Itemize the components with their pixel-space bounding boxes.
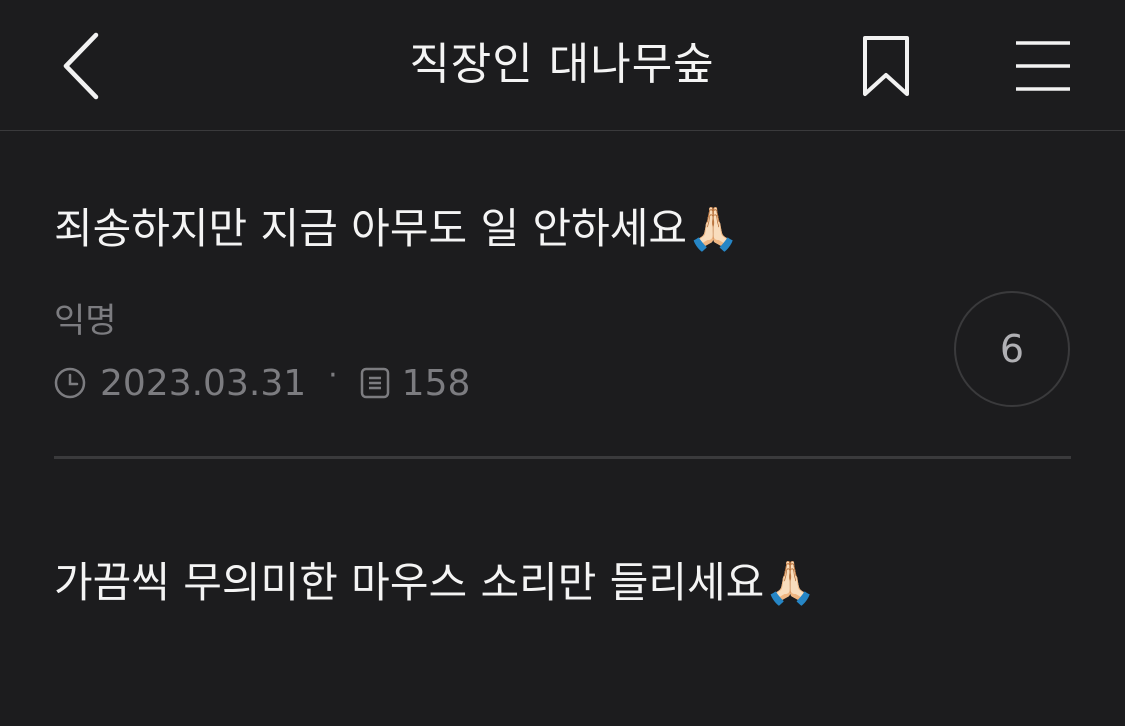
comment-count-button[interactable]: 6 xyxy=(954,291,1070,407)
view-count: 158 xyxy=(401,362,471,404)
clock-icon xyxy=(54,367,86,399)
hamburger-menu-icon xyxy=(1016,41,1070,91)
post-body: 가끔씩 무의미한 마우스 소리만 들리세요🙏🏻 xyxy=(54,558,817,607)
bookmark-icon xyxy=(863,36,909,96)
meta-separator: · xyxy=(328,357,338,393)
chevron-left-icon xyxy=(63,32,99,100)
post-title: 죄송하지만 지금 아무도 일 안하세요🙏🏻 xyxy=(54,204,740,253)
post-date: 2023.03.31 xyxy=(100,362,307,404)
document-icon xyxy=(360,367,390,399)
back-button[interactable] xyxy=(50,28,110,104)
content-divider xyxy=(54,456,1071,459)
post-author: 익명 xyxy=(54,301,117,341)
bookmark-button[interactable] xyxy=(856,30,916,102)
comment-count: 6 xyxy=(999,327,1025,371)
top-nav-bar: 직장인 대나무숲 xyxy=(0,0,1125,131)
menu-button[interactable] xyxy=(1010,36,1076,96)
post-meta: 2023.03.31 · 158 xyxy=(54,358,470,408)
page-title: 직장인 대나무숲 xyxy=(409,39,715,90)
